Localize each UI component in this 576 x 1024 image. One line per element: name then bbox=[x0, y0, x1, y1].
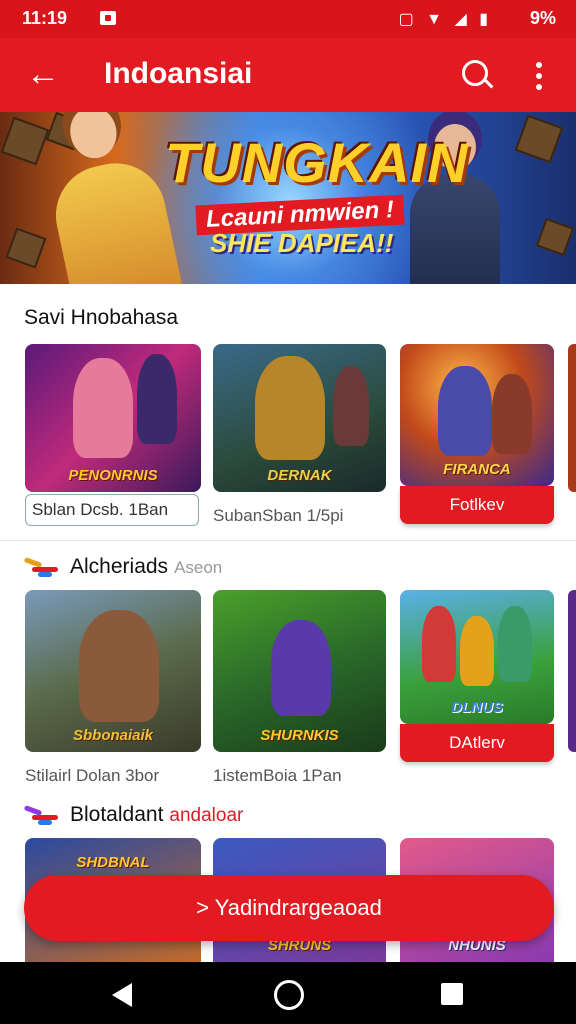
notification-icon bbox=[100, 11, 116, 25]
card-art bbox=[492, 374, 532, 454]
banner-block bbox=[5, 227, 47, 269]
system-nav-bar bbox=[0, 962, 576, 1024]
game-card[interactable]: SHURNKIS bbox=[213, 590, 386, 752]
card-caption: DLNUS bbox=[451, 699, 503, 716]
card-label: SubanSban 1/5pi bbox=[213, 506, 344, 525]
game-controller-icon bbox=[23, 557, 58, 577]
status-bar: 11:19 ▢ ▼ ◢ ▮ 9% bbox=[0, 0, 576, 38]
card-art bbox=[79, 610, 159, 722]
card-caption: PENONRNIS bbox=[68, 467, 158, 484]
promo-banner[interactable]: TUNGKAIN Lcauni nmwien ! SHIE DAPIEA!! bbox=[0, 112, 576, 284]
card-art bbox=[333, 366, 369, 446]
app-bar: ← Indoansiai bbox=[0, 38, 576, 112]
more-vert-icon[interactable] bbox=[536, 62, 542, 95]
game-card[interactable]: PENONRNIS bbox=[25, 344, 201, 492]
banner-title: TUNGKAIN bbox=[165, 131, 469, 194]
section-title: Blotaldant andaloar bbox=[70, 803, 243, 827]
banner-block bbox=[0, 116, 50, 166]
nav-back-icon[interactable] bbox=[112, 983, 132, 1007]
game-card-partial[interactable] bbox=[568, 344, 576, 492]
card-caption: FIRANCA bbox=[443, 461, 511, 478]
game-card[interactable]: Sbbonaiaik bbox=[25, 590, 201, 752]
section-subtitle: Aseon bbox=[174, 558, 223, 577]
game-card[interactable]: FIRANCA bbox=[400, 344, 554, 486]
status-time: 11:19 bbox=[22, 8, 68, 28]
card-art bbox=[460, 616, 494, 686]
card-art bbox=[137, 354, 177, 444]
game-card-partial[interactable] bbox=[568, 590, 576, 752]
section-title-text: Blotaldant bbox=[70, 803, 164, 826]
card-label: Stilairl Dolan 3bor bbox=[25, 766, 160, 785]
download-cta-button[interactable]: > Yadindrargeaoad bbox=[24, 875, 554, 941]
nav-home-icon[interactable] bbox=[274, 980, 304, 1010]
page-title: Indoansiai bbox=[104, 57, 253, 90]
card-caption: SHURNKIS bbox=[260, 727, 339, 744]
card-label: 1istemBoia 1Pan bbox=[213, 766, 342, 785]
card-label-box[interactable]: Sblan Dcsb. 1Ban bbox=[25, 494, 199, 526]
search-icon[interactable] bbox=[462, 60, 488, 86]
card-art bbox=[73, 358, 133, 458]
section-title-text: Alcheriads bbox=[70, 555, 169, 578]
section-title: Alcheriads Aseon bbox=[70, 555, 222, 579]
game-card[interactable]: DERNAK bbox=[213, 344, 386, 492]
card-art bbox=[255, 356, 325, 460]
section-divider bbox=[0, 540, 576, 541]
banner-block bbox=[535, 217, 575, 257]
game-controller-icon bbox=[23, 805, 58, 825]
card-label: Sblan Dcsb. 1Ban bbox=[25, 494, 199, 526]
nav-recents-icon[interactable] bbox=[441, 983, 463, 1005]
card-caption: DERNAK bbox=[267, 467, 332, 484]
back-arrow-icon[interactable]: ← bbox=[26, 54, 60, 94]
card-art bbox=[438, 366, 492, 456]
signal-icons: ▢ ▼ ◢ ▮ bbox=[398, 11, 492, 28]
section-title: Savi Hnobahasa bbox=[24, 306, 178, 330]
card-art bbox=[271, 620, 331, 716]
card-art bbox=[422, 606, 456, 682]
card-caption: Sbbonaiaik bbox=[72, 727, 154, 744]
section-title-text: Savi Hnobahasa bbox=[24, 306, 179, 329]
card-action-button[interactable]: Fotlkev bbox=[400, 486, 554, 524]
banner-tagline: SHIE DAPIEA!! bbox=[210, 228, 394, 258]
card-action-button[interactable]: DAtlerv bbox=[400, 724, 554, 762]
battery-level: 9% bbox=[529, 8, 556, 28]
card-art bbox=[498, 606, 532, 682]
banner-block bbox=[514, 114, 564, 164]
section-subtitle: andaloar bbox=[169, 805, 244, 826]
card-caption: SHDBNAL bbox=[76, 854, 150, 871]
game-card[interactable]: DLNUS bbox=[400, 590, 554, 724]
